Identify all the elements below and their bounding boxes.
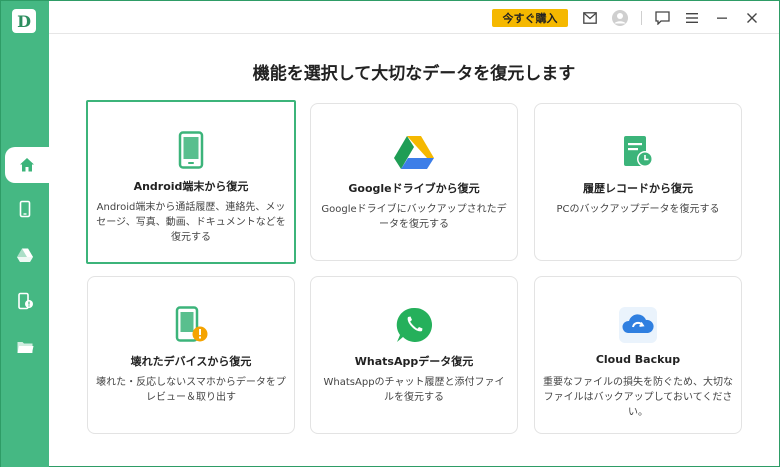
feedback-button[interactable] <box>653 9 671 27</box>
minimize-button[interactable] <box>713 9 731 27</box>
google-drive-icon <box>394 136 434 169</box>
avatar-icon <box>612 10 628 26</box>
sidebar-item-folder[interactable] <box>1 329 49 365</box>
menu-button[interactable] <box>683 9 701 27</box>
card-description: Googleドライブにバックアップされたデータを復元する <box>321 204 507 230</box>
card-whatsapp-recovery[interactable]: WhatsAppデータ復元 WhatsAppのチャット履歴と添付ファイルを復元す… <box>310 276 518 434</box>
mail-icon <box>583 12 597 24</box>
mail-button[interactable] <box>581 9 599 27</box>
card-description: Android端末から通話履歴、連絡先、メッセージ、写真、動画、ドキュメントなど… <box>96 202 286 243</box>
android-phone-icon <box>178 131 204 169</box>
card-google-drive-recovery[interactable]: Googleドライブから復元 Googleドライブにバックアップされたデータを復… <box>310 103 518 261</box>
card-title: Android端末から復元 <box>133 180 249 193</box>
sidebar-item-home[interactable] <box>5 147 49 183</box>
card-icon-wrapper <box>394 132 434 172</box>
history-record-icon <box>624 136 653 167</box>
sidebar-item-broken-device[interactable] <box>1 283 49 319</box>
hamburger-icon <box>686 13 698 23</box>
buy-now-button[interactable]: 今すぐ購入 <box>492 9 568 27</box>
card-title: WhatsAppデータ復元 <box>354 355 474 368</box>
folder-icon <box>17 342 34 353</box>
card-android-recovery[interactable]: Android端末から復元 Android端末から通話履歴、連絡先、メッセージ、… <box>86 100 296 264</box>
sidebar: D <box>1 1 49 467</box>
app-logo: D <box>12 9 36 33</box>
sidebar-item-google-drive[interactable] <box>1 237 49 273</box>
home-icon <box>20 158 34 172</box>
card-description: PCのバックアップデータを復元する <box>556 204 720 215</box>
account-button[interactable] <box>611 9 629 27</box>
google-drive-icon <box>17 248 33 262</box>
minimize-icon <box>717 17 727 19</box>
card-icon-wrapper <box>171 305 211 345</box>
broken-device-icon <box>175 306 208 342</box>
broken-device-icon <box>18 292 33 310</box>
card-description: WhatsAppのチャット履歴と添付ファイルを復元する <box>323 377 505 403</box>
title-bar: 今すぐ購入 <box>49 1 779 34</box>
card-broken-device-recovery[interactable]: 壊れたデバイスから復元 壊れた・反応しないスマホからデータをプレビュー＆取り出す <box>87 276 295 434</box>
chat-icon <box>654 11 670 25</box>
card-icon-wrapper <box>171 130 211 170</box>
card-description: 重要なファイルの損失を防ぐため、大切なファイルはバックアップしておいてください。 <box>543 377 733 418</box>
close-icon <box>747 13 757 23</box>
card-icon-wrapper <box>618 305 658 345</box>
card-title: Googleドライブから復元 <box>348 182 480 195</box>
app-window: D 今すぐ購入 機能を選択して大切なデータを復元します Android端末から復… <box>0 0 780 467</box>
card-description: 壊れた・反応しないスマホからデータをプレビュー＆取り出す <box>96 377 286 403</box>
card-title: 履歴レコードから復元 <box>583 182 693 195</box>
phone-icon <box>19 200 31 218</box>
cloud-backup-icon <box>619 307 657 343</box>
card-icon-wrapper <box>394 305 434 345</box>
close-button[interactable] <box>743 9 761 27</box>
title-bar-divider <box>641 11 642 25</box>
card-title: Cloud Backup <box>595 353 681 366</box>
whatsapp-icon <box>396 307 433 342</box>
card-title: 壊れたデバイスから復元 <box>130 355 252 368</box>
page-title: 機能を選択して大切なデータを復元します <box>252 64 576 84</box>
card-icon-wrapper <box>618 132 658 172</box>
card-cloud-backup[interactable]: Cloud Backup 重要なファイルの損失を防ぐため、大切なファイルはバック… <box>534 276 742 434</box>
card-history-record-recovery[interactable]: 履歴レコードから復元 PCのバックアップデータを復元する <box>534 103 742 261</box>
sidebar-item-device[interactable] <box>1 191 49 227</box>
